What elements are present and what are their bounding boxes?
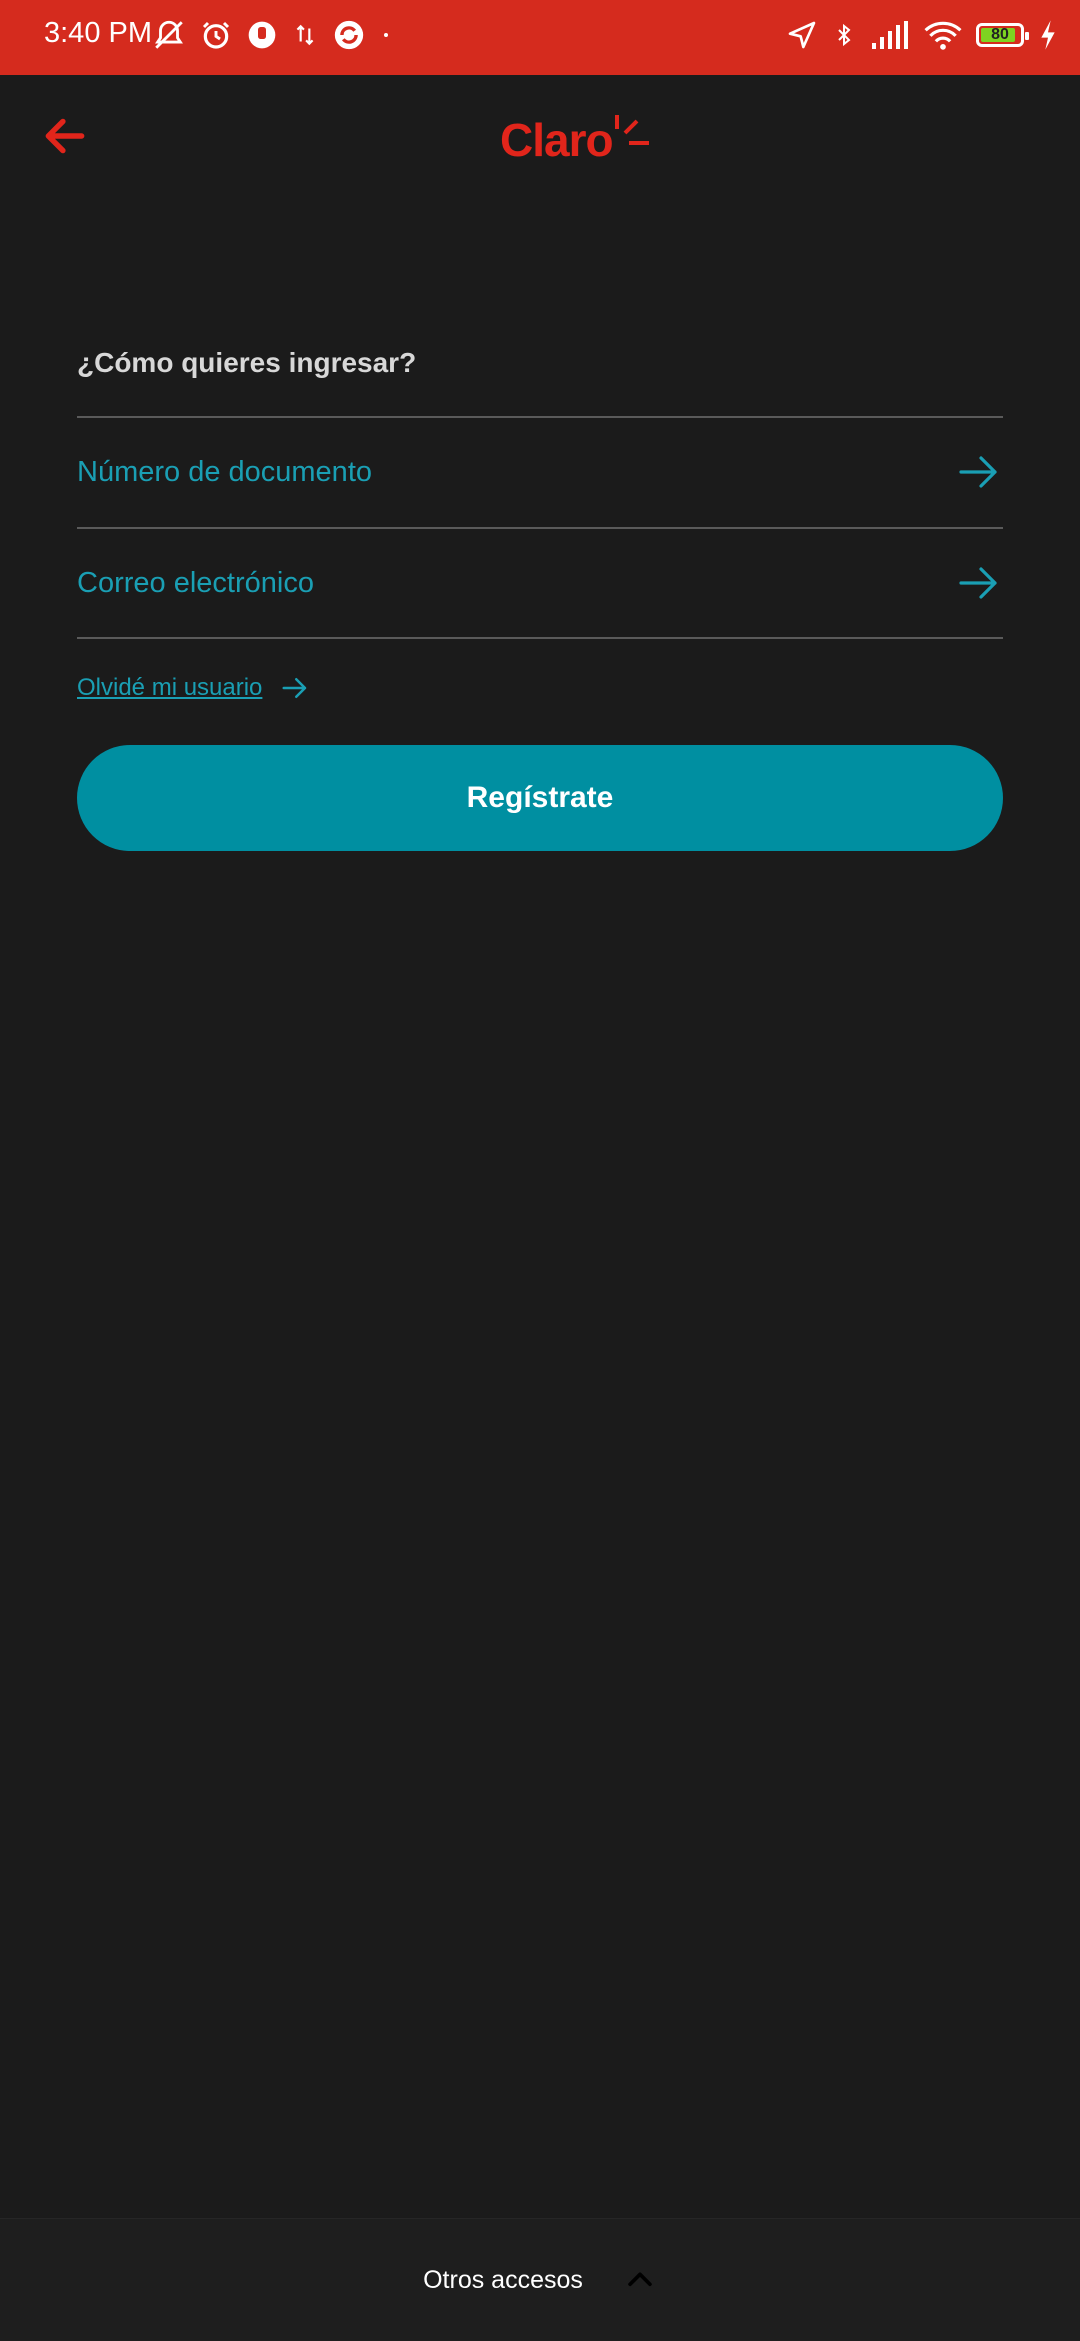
signal-icon xyxy=(872,21,908,49)
page-title: ¿Cómo quieres ingresar? xyxy=(77,347,417,378)
logo-text: Claro xyxy=(500,114,614,166)
claro-logo: Claro xyxy=(500,113,653,167)
app-bar: Claro xyxy=(0,75,1080,205)
other-access-label: Otros accesos xyxy=(423,2265,583,2294)
arrow-left-icon xyxy=(45,118,85,154)
option-document-number[interactable]: Número de documento xyxy=(77,418,1003,526)
data-transfer-icon xyxy=(296,24,314,46)
register-button[interactable]: Regístrate xyxy=(77,745,1003,851)
divider xyxy=(77,637,1003,639)
other-access-bar[interactable]: Otros accesos xyxy=(0,2218,1080,2341)
chevron-up-icon xyxy=(628,2272,652,2287)
arrow-right-icon xyxy=(959,567,997,599)
wifi-icon xyxy=(924,21,962,50)
status-left-icons xyxy=(152,18,392,52)
logo-rays-icon xyxy=(614,115,649,145)
alarm-icon xyxy=(202,21,230,49)
status-right-icons: 80 xyxy=(786,18,1058,52)
forgot-user-label: Olvidé mi usuario xyxy=(77,674,263,701)
dot-icon xyxy=(384,33,388,37)
option-label: Correo electrónico xyxy=(77,566,314,599)
forgot-user-link[interactable]: Olvidé mi usuario xyxy=(77,673,310,703)
sync-app-icon xyxy=(334,20,364,50)
bluetooth-icon xyxy=(838,23,851,47)
option-email[interactable]: Correo electrónico xyxy=(77,529,1003,637)
status-time: 3:40 PM xyxy=(44,17,152,49)
arrow-right-icon xyxy=(959,456,997,488)
back-button[interactable] xyxy=(40,111,100,171)
charging-icon xyxy=(1041,20,1055,50)
battery-cap xyxy=(1025,32,1029,40)
app-icon xyxy=(248,21,276,49)
status-bar: 3:40 PM 80 xyxy=(0,0,1080,75)
location-icon xyxy=(788,21,816,49)
battery-level: 80 xyxy=(991,26,1009,43)
notifications-off-icon xyxy=(155,20,183,49)
arrow-right-icon xyxy=(282,678,307,698)
battery-icon: 80 xyxy=(976,23,1029,47)
option-label: Número de documento xyxy=(77,455,372,488)
